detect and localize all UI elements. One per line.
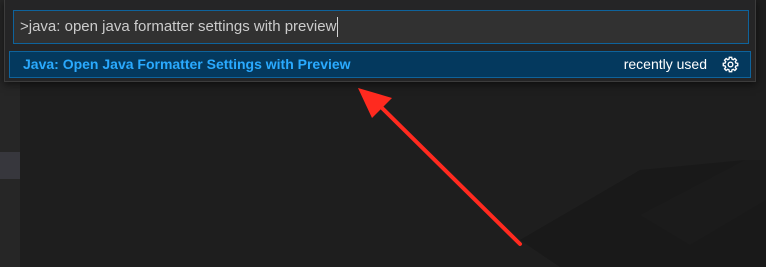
command-palette-input[interactable]: >java: open java formatter settings with…	[13, 10, 749, 44]
command-result-detail: recently used	[623, 56, 707, 72]
editor-window: >java: open java formatter settings with…	[0, 0, 766, 267]
gear-icon[interactable]	[722, 56, 739, 73]
text-caret	[337, 17, 339, 38]
command-palette-query[interactable]: >java: open java formatter settings with…	[20, 18, 336, 35]
sidebar-selected-row[interactable]	[0, 152, 20, 179]
command-result-item[interactable]: Java: Open Java Formatter Settings with …	[9, 51, 751, 78]
command-palette: >java: open java formatter settings with…	[4, 0, 756, 82]
command-result-label: Java: Open Java Formatter Settings with …	[23, 56, 351, 72]
